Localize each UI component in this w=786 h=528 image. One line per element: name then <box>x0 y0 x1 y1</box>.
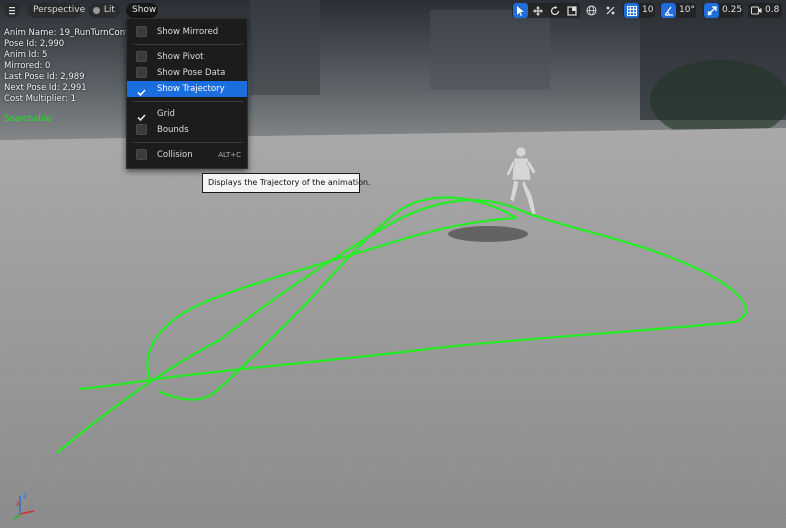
tree <box>650 60 786 140</box>
menu-separator <box>133 142 243 143</box>
viewport-options-button[interactable] <box>4 3 20 18</box>
menu-item-bounds[interactable]: Bounds <box>127 122 247 138</box>
checkbox[interactable] <box>136 149 147 160</box>
floor-grid <box>0 140 786 526</box>
cost-multiplier-stat: Cost Multiplier: 1 <box>4 94 77 104</box>
perspective-button[interactable]: Perspective <box>27 3 86 18</box>
menu-separator <box>133 44 243 45</box>
animation-viewport[interactable]: Perspective Lit Show 10 10° 0.25 0.8 Ani… <box>0 0 786 528</box>
menu-item-label: Show Mirrored <box>157 27 219 37</box>
rotation-snap-toggle[interactable] <box>661 3 676 18</box>
viewport-toolbar: Perspective Lit Show 10 10° 0.25 0.8 <box>0 0 786 22</box>
menu-item-collision[interactable]: Collision ALT+C <box>127 147 247 163</box>
scale-tool-button[interactable] <box>564 3 579 18</box>
checkbox-checked[interactable] <box>136 83 147 97</box>
z-axis-label: z <box>23 491 27 500</box>
surface-snap-button[interactable] <box>603 3 618 18</box>
menu-item-label: Show Pose Data <box>157 68 226 78</box>
lit-label: Lit <box>103 5 115 15</box>
menu-item-grid[interactable]: Grid <box>127 106 247 122</box>
world-local-toggle[interactable] <box>584 3 599 18</box>
searchable-status: Searchable <box>4 114 52 124</box>
pose-id-stat: Pose Id: 2,990 <box>4 39 65 49</box>
anim-name-stat: Anim Name: 19_RunTurnContinu <box>4 28 142 38</box>
camera-icon <box>751 6 762 15</box>
menu-item-label: Grid <box>157 109 175 119</box>
menu-item-label: Show Pivot <box>157 52 204 62</box>
x-axis-label: x <box>16 499 21 508</box>
checkbox-checked[interactable] <box>136 108 147 122</box>
checkbox[interactable] <box>136 26 147 37</box>
axis-gizmo: z x <box>13 491 35 521</box>
grid-icon <box>626 5 637 16</box>
scale-snap-value[interactable]: 0.25 <box>722 3 742 18</box>
lit-button[interactable]: Lit <box>88 3 120 18</box>
surface-snap-icon <box>606 6 615 15</box>
grid-snap-toggle[interactable] <box>624 3 639 18</box>
select-tool-button[interactable] <box>513 3 528 18</box>
hamburger-icon <box>9 7 15 15</box>
angle-icon <box>664 6 673 16</box>
cursor-arrow-icon <box>517 5 524 16</box>
menu-item-label: Collision <box>157 150 193 160</box>
menu-item-show-pose-data[interactable]: Show Pose Data <box>127 65 247 81</box>
menu-item-label: Show Trajectory <box>157 84 225 94</box>
anim-id-stat: Anim Id: 5 <box>4 50 48 60</box>
camera-speed-value[interactable]: 0.8 <box>765 3 779 18</box>
menu-separator <box>133 101 243 102</box>
show-menu: Show Mirrored Show Pivot Show Pose Data … <box>126 18 248 169</box>
globe-icon <box>586 5 597 16</box>
scale-snap-toggle[interactable] <box>704 3 719 18</box>
checkbox[interactable] <box>136 67 147 78</box>
checkmark-icon <box>137 89 146 97</box>
show-label: Show <box>132 5 157 15</box>
menu-item-label: Bounds <box>157 125 189 135</box>
move-arrows-icon <box>532 5 543 16</box>
checkbox[interactable] <box>136 51 147 62</box>
menu-item-show-pivot[interactable]: Show Pivot <box>127 49 247 65</box>
building <box>430 10 550 90</box>
last-pose-id-stat: Last Pose Id: 2,989 <box>4 72 85 82</box>
character-shadow <box>448 226 528 242</box>
menu-item-show-mirrored[interactable]: Show Mirrored <box>127 24 247 40</box>
camera-speed-icon-wrap <box>749 3 764 18</box>
perspective-label: Perspective <box>33 5 86 15</box>
grid-snap-value[interactable]: 10 <box>642 3 653 18</box>
checkbox[interactable] <box>136 124 147 135</box>
rotation-snap-value[interactable]: 10° <box>679 3 695 18</box>
scale-snap-icon <box>707 5 717 15</box>
translate-tool-button[interactable] <box>530 3 545 18</box>
scale-icon <box>566 5 577 16</box>
menu-item-show-trajectory[interactable]: Show Trajectory <box>127 81 247 97</box>
show-trajectory-tooltip: Displays the Trajectory of the animation… <box>202 173 371 193</box>
next-pose-id-stat: Next Pose Id: 2,991 <box>4 83 87 93</box>
rotate-icon <box>550 5 559 15</box>
menu-item-shortcut: ALT+C <box>218 151 241 159</box>
show-button[interactable]: Show <box>126 3 158 18</box>
pose-search-stats: Anim Name: 19_RunTurnContinu Pose Id: 2,… <box>4 28 142 105</box>
sphere-icon <box>93 7 100 14</box>
rotate-tool-button[interactable] <box>547 3 562 18</box>
mirrored-stat: Mirrored: 0 <box>4 61 51 71</box>
